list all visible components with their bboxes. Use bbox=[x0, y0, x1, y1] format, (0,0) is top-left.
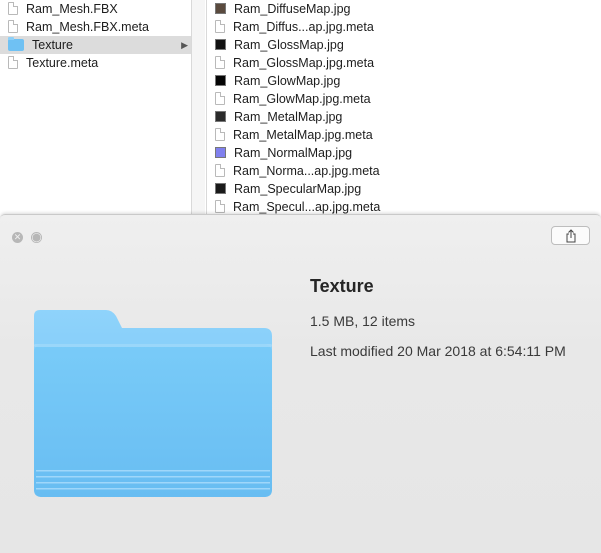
disclosure-arrow-icon: ▶ bbox=[181, 40, 188, 50]
file-row[interactable]: Ram_NormalMap.jpg bbox=[207, 144, 410, 162]
file-row[interactable]: Ram_GlowMap.jpg bbox=[207, 72, 410, 90]
image-thumbnail-icon bbox=[215, 147, 226, 159]
folder-preview-icon bbox=[34, 310, 272, 497]
window-controls: ✕ ◯ bbox=[12, 230, 50, 248]
share-button[interactable] bbox=[551, 226, 590, 245]
file-name: Ram_NormalMap.jpg bbox=[234, 146, 353, 160]
file-name: Ram_Mesh.FBX.meta bbox=[26, 20, 149, 34]
share-icon bbox=[566, 229, 576, 243]
close-icon: ✕ bbox=[13, 232, 22, 242]
file-name: Ram_MetalMap.jpg bbox=[234, 110, 343, 124]
document-icon bbox=[215, 200, 225, 214]
item-size: 1.5 MB, 12 items bbox=[310, 313, 416, 329]
file-row[interactable]: Ram_Norma...ap.jpg.meta bbox=[207, 162, 410, 180]
file-name: Ram_Diffus...ap.jpg.meta bbox=[233, 20, 374, 34]
file-name: Ram_GlowMap.jpg bbox=[234, 74, 341, 88]
file-row[interactable]: Ram_GlossMap.jpg bbox=[207, 36, 410, 54]
file-row[interactable]: Ram_SpecularMap.jpg bbox=[207, 180, 410, 198]
finder-column-view: Ram_Mesh.FBX Ram_Mesh.FBX.meta Texture ▶… bbox=[0, 0, 601, 222]
file-row[interactable]: Ram_GlowMap.jpg.meta bbox=[207, 90, 410, 108]
file-row[interactable]: Ram_MetalMap.jpg.meta bbox=[207, 126, 410, 144]
file-row[interactable]: Ram_Mesh.FBX.meta bbox=[0, 18, 191, 36]
file-name: Ram_Mesh.FBX bbox=[26, 2, 118, 16]
file-row[interactable]: Ram_DiffuseMap.jpg bbox=[207, 0, 410, 18]
document-icon bbox=[8, 2, 18, 16]
image-thumbnail-icon bbox=[215, 183, 226, 195]
image-thumbnail-icon bbox=[215, 3, 226, 15]
file-row[interactable]: Ram_MetalMap.jpg bbox=[207, 108, 410, 126]
document-icon bbox=[215, 164, 225, 178]
document-icon bbox=[215, 20, 225, 34]
folder-icon bbox=[8, 36, 24, 51]
file-name: Ram_MetalMap.jpg.meta bbox=[233, 128, 373, 142]
file-name: Ram_SpecularMap.jpg bbox=[234, 182, 362, 196]
file-row[interactable]: Ram_GlossMap.jpg.meta bbox=[207, 54, 410, 72]
file-name: Ram_Specul...ap.jpg.meta bbox=[233, 200, 381, 214]
fullscreen-button[interactable]: ◯ bbox=[31, 232, 42, 243]
file-row[interactable]: Ram_Diffus...ap.jpg.meta bbox=[207, 18, 410, 36]
file-name: Ram_GlossMap.jpg bbox=[234, 38, 344, 52]
image-thumbnail-icon bbox=[215, 39, 226, 51]
folder-row-selected[interactable]: Texture ▶ bbox=[0, 36, 191, 54]
close-button[interactable]: ✕ bbox=[12, 232, 23, 243]
file-row[interactable]: Texture.meta bbox=[0, 54, 191, 72]
folder-name: Texture bbox=[32, 38, 73, 52]
file-name: Ram_GlowMap.jpg.meta bbox=[233, 92, 371, 106]
finder-column-2[interactable]: Ram_DiffuseMap.jpg Ram_Diffus...ap.jpg.m… bbox=[206, 0, 411, 222]
file-name: Ram_DiffuseMap.jpg bbox=[234, 2, 351, 16]
quick-look-panel: ✕ ◯ Texture 1.5 MB, 12 items Last modifi… bbox=[0, 214, 601, 553]
finder-column-1[interactable]: Ram_Mesh.FBX Ram_Mesh.FBX.meta Texture ▶… bbox=[0, 0, 192, 222]
file-row[interactable]: Ram_Mesh.FBX bbox=[0, 0, 191, 18]
file-name: Texture.meta bbox=[26, 56, 99, 70]
document-icon bbox=[215, 128, 225, 142]
image-thumbnail-icon bbox=[215, 111, 226, 123]
document-icon bbox=[8, 56, 18, 70]
item-modified-date: Last modified 20 Mar 2018 at 6:54:11 PM bbox=[310, 343, 566, 359]
file-name: Ram_GlossMap.jpg.meta bbox=[233, 56, 375, 70]
document-icon bbox=[8, 20, 18, 34]
item-title: Texture bbox=[310, 276, 374, 296]
finder-column-3[interactable] bbox=[410, 0, 601, 222]
image-thumbnail-icon bbox=[215, 75, 226, 87]
column-divider[interactable] bbox=[192, 0, 205, 222]
file-name: Ram_Norma...ap.jpg.meta bbox=[233, 164, 380, 178]
document-icon bbox=[215, 92, 225, 106]
expand-icon: ◯ bbox=[31, 232, 42, 242]
document-icon bbox=[215, 56, 225, 70]
